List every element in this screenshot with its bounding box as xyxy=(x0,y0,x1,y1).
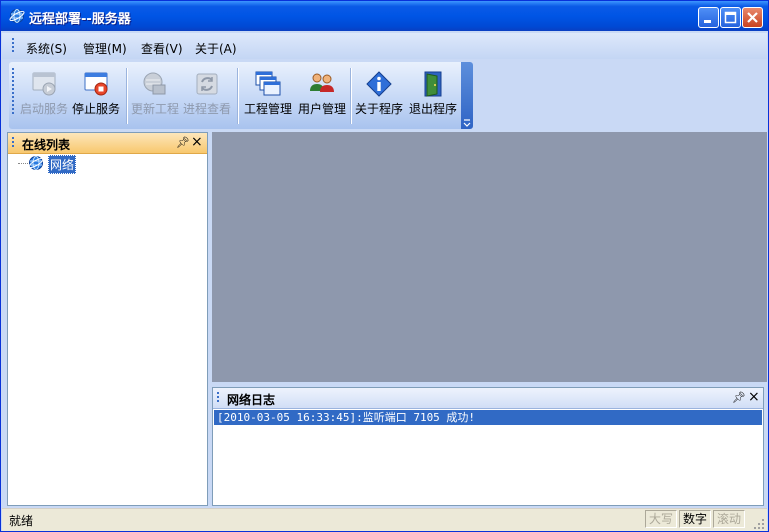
toolbar-separator xyxy=(126,68,128,124)
tree-node-network[interactable]: 网络 xyxy=(48,155,77,174)
resize-grip-icon[interactable] xyxy=(753,518,765,530)
online-list-title: 在线列表 xyxy=(22,138,71,152)
toolbar-overflow-button[interactable] xyxy=(461,62,473,129)
maximize-icon xyxy=(724,11,737,24)
menu-bar: 系统(S) 管理(M) 查看(V) 关于(A) xyxy=(2,33,767,59)
toolbar-separator xyxy=(350,68,352,124)
status-text: 就绪 xyxy=(9,514,34,528)
window-title: 远程部署--服务器 xyxy=(29,12,131,27)
users-icon xyxy=(310,73,334,92)
stop-service-button[interactable]: 停止服务 xyxy=(71,62,121,129)
scroll-indicator: 滚动 xyxy=(713,510,745,528)
pin-icon[interactable]: 📌︎ xyxy=(176,136,190,149)
menu-grip[interactable] xyxy=(12,38,14,54)
mdi-workspace xyxy=(212,132,767,382)
about-program-label: 关于程序 xyxy=(354,102,403,116)
menu-manage[interactable]: 管理(M) xyxy=(83,40,127,57)
process-view-icon xyxy=(196,73,218,95)
network-log-title: 网络日志 xyxy=(227,393,276,407)
status-bar: 就绪 大写 数字 滚动 xyxy=(2,508,767,531)
process-view-label: 进程查看 xyxy=(182,102,231,116)
toolbar-grip[interactable] xyxy=(12,68,14,116)
menu-system[interactable]: 系统(S) xyxy=(26,40,67,57)
start-service-label: 启动服务 xyxy=(19,102,68,116)
user-manage-label: 用户管理 xyxy=(297,102,346,116)
online-list-header: 在线列表 📌︎ × xyxy=(8,133,207,154)
app-window: 远程部署--服务器 系统(S) 管理(M) 查看(V) 关于(A) 启动服务 停… xyxy=(0,0,769,532)
panel-close-icon[interactable]: × xyxy=(748,389,760,405)
network-log-panel: 网络日志 📌︎ × [2010-03-05 16:33:45]:监听端口 710… xyxy=(212,387,764,506)
network-log-header: 网络日志 📌︎ × xyxy=(213,388,763,409)
exit-door-icon xyxy=(424,71,442,97)
exit-program-label: 退出程序 xyxy=(408,102,457,116)
title-bar[interactable]: 远程部署--服务器 xyxy=(1,1,768,31)
caps-indicator: 大写 xyxy=(645,510,677,528)
panel-grip[interactable] xyxy=(12,137,14,149)
about-program-button[interactable]: 关于程序 xyxy=(353,62,405,129)
close-icon xyxy=(747,12,758,23)
process-view-button[interactable]: 进程查看 xyxy=(182,62,232,129)
user-manage-button[interactable]: 用户管理 xyxy=(295,62,349,129)
windows-stack-icon xyxy=(255,71,281,96)
update-project-icon xyxy=(143,72,166,95)
menu-about[interactable]: 关于(A) xyxy=(195,40,237,57)
toolbar-separator xyxy=(237,68,239,124)
stop-service-label: 停止服务 xyxy=(71,102,120,116)
online-list-panel: 在线列表 📌︎ × 网络 xyxy=(7,132,208,506)
menu-view[interactable]: 查看(V) xyxy=(141,40,183,57)
log-entry[interactable]: [2010-03-05 16:33:45]:监听端口 7105 成功! xyxy=(214,410,762,425)
start-service-icon xyxy=(32,72,56,96)
update-project-button[interactable]: 更新工程 xyxy=(130,62,180,129)
panel-grip[interactable] xyxy=(217,392,219,404)
update-project-label: 更新工程 xyxy=(130,102,179,116)
chevron-down-icon xyxy=(463,119,471,127)
maximize-button[interactable] xyxy=(720,7,741,28)
minimize-button[interactable] xyxy=(698,7,719,28)
start-service-button[interactable]: 启动服务 xyxy=(19,62,69,129)
toolbar: 启动服务 停止服务 更新工程 进程查看 工程管理 用户管理 关于程序 退出程序 xyxy=(9,62,473,129)
globe-app-icon xyxy=(9,9,25,23)
network-globe-icon[interactable] xyxy=(28,155,44,171)
minimize-icon xyxy=(704,20,711,23)
close-button[interactable] xyxy=(742,7,763,28)
info-icon xyxy=(366,71,392,97)
num-indicator: 数字 xyxy=(679,510,711,528)
exit-program-button[interactable]: 退出程序 xyxy=(407,62,459,129)
project-manage-label: 工程管理 xyxy=(243,102,292,116)
panel-close-icon[interactable]: × xyxy=(191,134,203,150)
project-manage-button[interactable]: 工程管理 xyxy=(241,62,295,129)
stop-service-icon xyxy=(84,72,108,96)
pin-icon[interactable]: 📌︎ xyxy=(732,391,746,404)
